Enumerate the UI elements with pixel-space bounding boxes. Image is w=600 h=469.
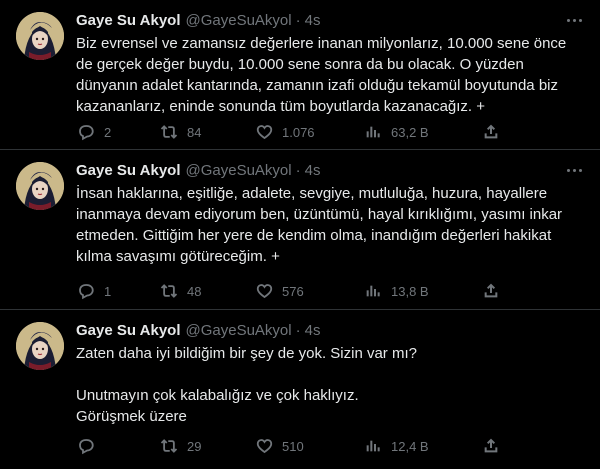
tweet-text: Zaten daha iyi bildiğim bir şey de yok. … — [76, 345, 417, 425]
timestamp[interactable]: 4s — [305, 162, 321, 179]
more-options-icon[interactable] — [562, 160, 586, 180]
author-handle[interactable]: @GayeSuAkyol — [186, 162, 292, 179]
separator-dot: · — [295, 161, 301, 179]
tweet[interactable]: Gaye Su Akyol @GayeSuAkyol · 4s Zaten da… — [0, 310, 600, 469]
like-button[interactable]: 510 — [254, 435, 304, 457]
views-count: 13,8 B — [391, 283, 429, 299]
tweet-text: Biz evrensel ve zamansız değerlere inana… — [76, 35, 567, 115]
retweet-button[interactable]: 29 — [159, 435, 201, 457]
views-chart-icon — [363, 122, 383, 142]
tweet-actions: 1 48 576 13,8 B — [76, 280, 506, 302]
retweet-count: 48 — [187, 283, 202, 299]
heart-icon — [254, 436, 274, 456]
like-button[interactable]: 576 — [254, 280, 304, 302]
retweet-icon — [159, 436, 179, 456]
share-button[interactable] — [481, 280, 501, 302]
tweet-actions: 2 84 1.076 63,2 B — [76, 121, 506, 143]
share-icon — [481, 281, 501, 301]
reply-count: 1 — [104, 283, 112, 299]
tweet[interactable]: Gaye Su Akyol @GayeSuAkyol · 4s İnsan ha… — [0, 150, 600, 310]
like-button[interactable]: 1.076 — [254, 121, 315, 143]
tweet-header: Gaye Su Akyol @GayeSuAkyol · 4s — [76, 160, 320, 180]
reply-icon — [76, 122, 96, 142]
heart-icon — [254, 122, 274, 142]
separator-dot: · — [295, 321, 301, 339]
more-options-icon[interactable] — [562, 10, 586, 30]
share-button[interactable] — [481, 435, 501, 457]
retweet-button[interactable]: 84 — [159, 121, 201, 143]
retweet-icon — [159, 281, 179, 301]
heart-icon — [254, 281, 274, 301]
retweet-icon — [159, 122, 179, 142]
tweet-thread: Gaye Su Akyol @GayeSuAkyol · 4s Biz evre… — [0, 0, 600, 469]
separator-dot: · — [295, 11, 301, 29]
retweet-count: 84 — [187, 124, 202, 140]
reply-button[interactable]: 2 — [76, 121, 111, 143]
avatar[interactable] — [16, 12, 64, 60]
reply-icon — [76, 436, 96, 456]
avatar[interactable] — [16, 162, 64, 210]
author-name[interactable]: Gaye Su Akyol — [76, 322, 181, 339]
author-name[interactable]: Gaye Su Akyol — [76, 162, 181, 179]
share-button[interactable] — [481, 121, 501, 143]
reply-count: 2 — [104, 124, 112, 140]
views-button[interactable]: 13,8 B — [363, 280, 429, 302]
share-icon — [481, 122, 501, 142]
tweet-header: Gaye Su Akyol @GayeSuAkyol · 4s — [76, 10, 320, 30]
reply-button[interactable] — [76, 435, 104, 457]
tweet[interactable]: Gaye Su Akyol @GayeSuAkyol · 4s Biz evre… — [0, 0, 600, 150]
author-handle[interactable]: @GayeSuAkyol — [186, 12, 292, 29]
views-button[interactable]: 12,4 B — [363, 435, 429, 457]
views-count: 12,4 B — [391, 438, 429, 454]
reply-button[interactable]: 1 — [76, 280, 111, 302]
views-chart-icon — [363, 281, 383, 301]
avatar[interactable] — [16, 322, 64, 370]
retweet-count: 29 — [187, 438, 202, 454]
like-count: 510 — [282, 438, 304, 454]
share-icon — [481, 436, 501, 456]
reply-icon — [76, 281, 96, 301]
like-count: 576 — [282, 283, 304, 299]
tweet-text: İnsan haklarına, eşitliğe, adalete, sevg… — [76, 185, 563, 265]
like-count: 1.076 — [282, 124, 315, 140]
tweet-header: Gaye Su Akyol @GayeSuAkyol · 4s — [76, 320, 320, 340]
views-button[interactable]: 63,2 B — [363, 121, 429, 143]
author-handle[interactable]: @GayeSuAkyol — [186, 322, 292, 339]
views-count: 63,2 B — [391, 124, 429, 140]
retweet-button[interactable]: 48 — [159, 280, 201, 302]
views-chart-icon — [363, 436, 383, 456]
timestamp[interactable]: 4s — [305, 322, 321, 339]
author-name[interactable]: Gaye Su Akyol — [76, 12, 181, 29]
timestamp[interactable]: 4s — [305, 12, 321, 29]
tweet-actions: 29 510 12,4 B — [76, 435, 506, 457]
